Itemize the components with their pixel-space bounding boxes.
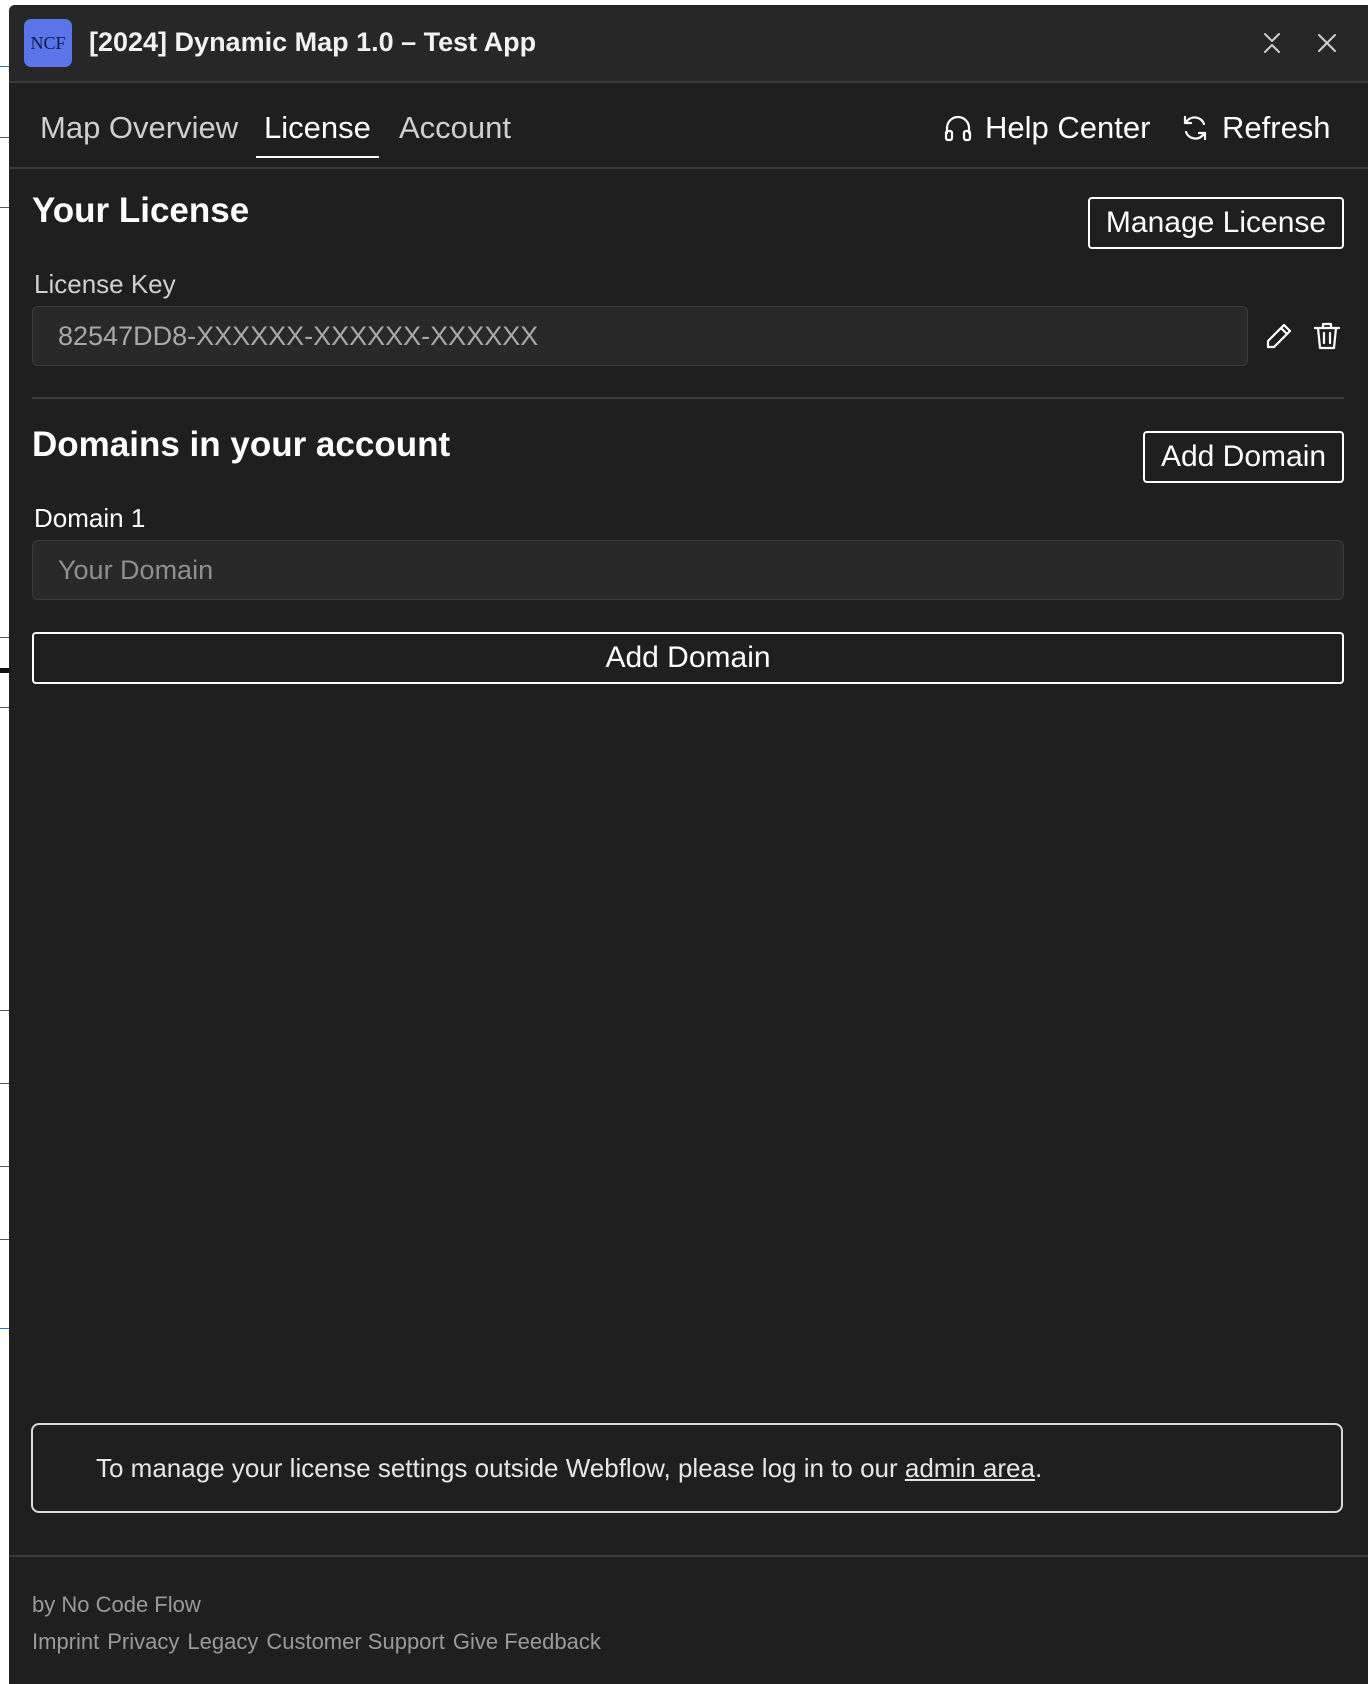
app-logo: NCF [24,19,72,67]
footer-link-legacy[interactable]: Legacy [187,1629,258,1655]
footer-link-customer-support[interactable]: Customer Support [266,1629,445,1655]
title-bar: NCF [2024] Dynamic Map 1.0 – Test App [9,5,1368,83]
collapse-icon [1264,33,1280,53]
section-divider [32,397,1344,399]
domain-1-input[interactable]: Your Domain [32,540,1344,600]
pencil-icon [1266,323,1292,349]
footer-link-imprint[interactable]: Imprint [32,1629,99,1655]
footer-link-give-feedback[interactable]: Give Feedback [453,1629,601,1655]
domains-section-title: Domains in your account [32,425,451,464]
help-center-label: Help Center [985,110,1151,145]
footer-credit: by No Code Flow [32,1592,201,1617]
background-line [0,207,9,208]
collapse-button[interactable] [1256,27,1288,59]
footer-link-privacy[interactable]: Privacy [107,1629,179,1655]
close-icon [1318,34,1336,52]
manage-license-button[interactable]: Manage License [1088,197,1344,249]
license-key-field[interactable]: 82547DD8-XXXXXX-XXXXXX-XXXXXX [32,306,1248,366]
admin-area-link[interactable]: admin area [905,1453,1035,1484]
background-line [0,1239,9,1240]
refresh-label: Refresh [1222,110,1331,145]
tab-map-overview[interactable]: Map Overview [32,110,246,156]
close-button[interactable] [1311,27,1343,59]
headphones-icon [944,115,972,142]
tab-account[interactable]: Account [391,110,519,156]
edit-license-button[interactable] [1261,318,1297,354]
window-title: [2024] Dynamic Map 1.0 – Test App [89,27,537,57]
notice-text-end: . [1034,1452,1043,1483]
background-line [0,668,9,673]
license-key-label: License Key [34,269,176,299]
background-line [0,637,9,638]
help-center-link[interactable]: Help Center [943,110,1150,146]
background-line [0,707,9,708]
background-line [0,137,9,138]
footer-links: Imprint Privacy Legacy Customer Support … [32,1629,601,1655]
domain-1-label: Domain 1 [34,503,146,533]
background-line [0,1010,9,1011]
background-line [0,1328,9,1329]
add-domain-top-button[interactable]: Add Domain [1143,431,1344,483]
background-line [0,1083,9,1084]
background-page-edge [0,0,9,1684]
refresh-button[interactable]: Refresh [1180,110,1331,146]
nav-bar: Map Overview License Account Help Center… [9,85,1368,169]
license-section-title: Your License [32,191,250,230]
app-window: NCF [2024] Dynamic Map 1.0 – Test App Ma… [9,5,1368,1684]
add-domain-button[interactable]: Add Domain [32,632,1344,684]
admin-area-notice: To manage your license settings outside … [31,1423,1343,1513]
footer-divider [9,1555,1368,1557]
notice-text: To manage your license settings outside … [96,1452,905,1483]
background-line [0,66,9,67]
trash-icon [1313,322,1341,350]
background-line [0,1166,9,1167]
tab-license[interactable]: License [256,110,379,158]
delete-license-button[interactable] [1309,318,1345,354]
refresh-icon [1183,115,1207,141]
